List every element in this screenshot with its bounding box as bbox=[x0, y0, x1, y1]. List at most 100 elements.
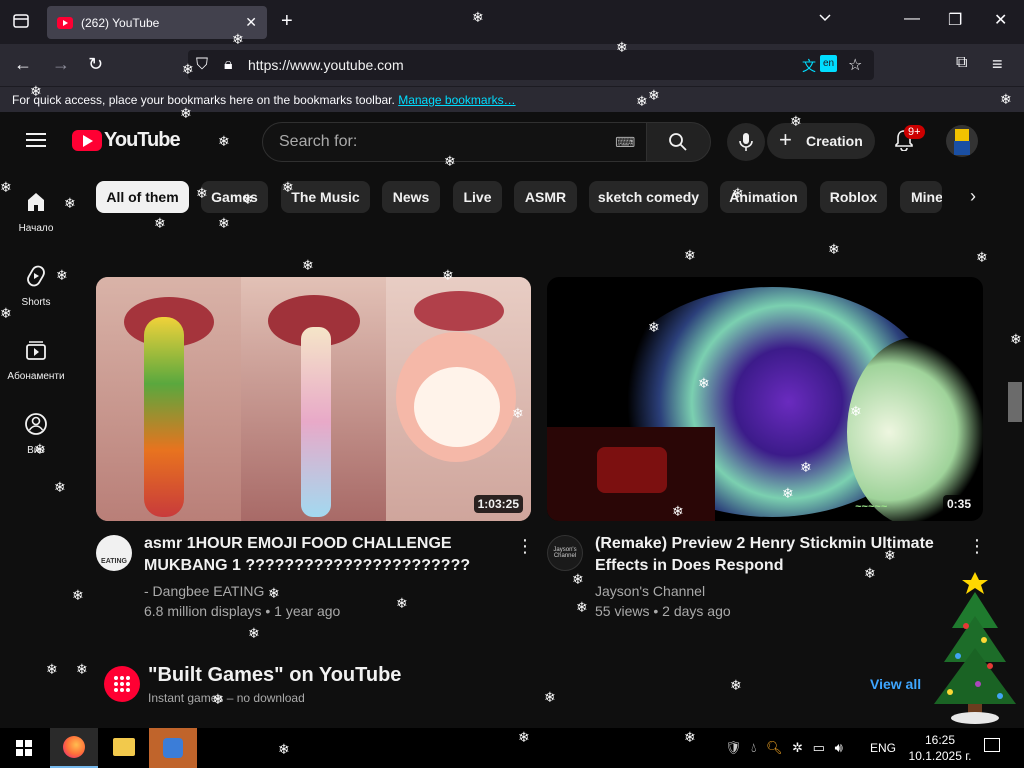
extensions-icon[interactable]: ⧉ bbox=[956, 54, 967, 72]
snowflake-icon: ❄ bbox=[218, 215, 230, 231]
manage-bookmarks-link[interactable]: Manage bookmarks… bbox=[398, 93, 515, 107]
snowflake-icon: ❄ bbox=[396, 595, 408, 611]
video-thumbnail[interactable]: ~~~~~ 0:35 bbox=[547, 277, 983, 521]
tab-list-icon[interactable] bbox=[12, 12, 30, 35]
translate-language-badge: en bbox=[820, 55, 838, 72]
browser-tab-bar: (262) YouTube ✕ + — ❐ ✕ bbox=[0, 0, 1024, 44]
view-all-link[interactable]: View all bbox=[870, 676, 921, 692]
snowflake-icon: ❄ bbox=[576, 599, 588, 615]
shorts-icon bbox=[27, 265, 45, 287]
keyboard-icon[interactable]: ⌨ bbox=[615, 134, 635, 151]
chip-asmr[interactable]: ASMR bbox=[514, 181, 577, 213]
search-button[interactable] bbox=[646, 122, 711, 162]
shield-icon[interactable]: ⛉ bbox=[196, 56, 208, 74]
snowflake-icon: ❄ bbox=[180, 105, 192, 121]
video-thumbnail[interactable]: 1:03:25 bbox=[96, 277, 531, 521]
you-icon bbox=[25, 413, 47, 435]
snowflake-icon: ❄ bbox=[0, 305, 12, 321]
snowflake-icon: ❄ bbox=[790, 113, 802, 129]
minimize-button[interactable]: — bbox=[904, 10, 920, 28]
translate-icon[interactable]: 文 bbox=[802, 56, 816, 76]
scrollbar-thumb[interactable] bbox=[1008, 382, 1022, 422]
more-actions-icon[interactable]: ⋮ bbox=[516, 536, 534, 557]
file-explorer-icon[interactable] bbox=[113, 738, 135, 756]
create-label: Creation bbox=[806, 133, 863, 149]
chip-sketch-comedy[interactable]: sketch comedy bbox=[589, 181, 708, 213]
chip-games[interactable]: Games bbox=[201, 181, 268, 213]
channel-avatar[interactable]: Jayson's Channel bbox=[547, 535, 583, 571]
youtube-play-icon bbox=[72, 130, 102, 151]
snowflake-icon: ❄ bbox=[182, 61, 194, 77]
create-button[interactable]: + Creation bbox=[767, 123, 875, 159]
channel-name[interactable]: Jayson's Channel bbox=[595, 583, 705, 599]
chip-music[interactable]: The Music bbox=[281, 181, 370, 213]
notifications-button[interactable]: 9+ bbox=[893, 125, 925, 156]
more-actions-icon[interactable]: ⋮ bbox=[968, 536, 986, 557]
section-subtitle: Instant games – no download bbox=[148, 691, 305, 705]
tray-icons[interactable]: 🛡︎ 💧︎ 🔍︎ ✲ ▭ 🔊︎ bbox=[725, 740, 843, 756]
sidebar-item-home[interactable]: Начало bbox=[0, 190, 72, 234]
chevron-right-icon[interactable]: › bbox=[970, 186, 976, 207]
windows-taskbar: 🛡︎ 💧︎ 🔍︎ ✲ ▭ 🔊︎ ENG 16:25 10.1.2025 г. bbox=[0, 728, 1024, 768]
hamburger-menu-icon[interactable] bbox=[26, 131, 46, 154]
lock-icon[interactable]: 🔒︎ bbox=[224, 56, 233, 74]
volume-icon[interactable]: 🔊︎ bbox=[835, 740, 843, 755]
snowflake-icon: ❄ bbox=[442, 267, 454, 283]
snowflake-icon: ❄ bbox=[444, 153, 456, 169]
snowflake-icon: ❄ bbox=[0, 179, 12, 195]
video-title[interactable]: asmr 1HOUR EMOJI FOOD CHALLENGE MUKBANG … bbox=[144, 533, 504, 577]
windows-start-icon[interactable] bbox=[16, 740, 32, 756]
youtube-logo[interactable]: YouTube bbox=[72, 129, 181, 152]
snowflake-icon: ❄ bbox=[782, 485, 794, 501]
close-tab-icon[interactable]: ✕ bbox=[245, 14, 257, 31]
taskbar-firefox[interactable] bbox=[50, 728, 98, 768]
taskbar-app[interactable] bbox=[149, 728, 197, 768]
sidebar-item-subscriptions[interactable]: Абонаменти bbox=[0, 338, 72, 382]
chip-mine[interactable]: Mine bbox=[900, 181, 942, 213]
snowflake-icon: ❄ bbox=[672, 503, 684, 519]
url-bar[interactable]: ⛉ 🔒︎ https://www.youtube.com 文 en ☆ bbox=[188, 50, 874, 80]
app-icon bbox=[163, 738, 183, 758]
snowflake-icon: ❄ bbox=[684, 729, 696, 745]
new-tab-button[interactable]: + bbox=[281, 10, 293, 33]
section-title: "Built Games" on YouTube bbox=[148, 664, 402, 686]
close-window-button[interactable]: ✕ bbox=[994, 10, 1007, 30]
chip-roblox[interactable]: Roblox bbox=[820, 181, 887, 213]
list-all-tabs-icon[interactable] bbox=[818, 10, 832, 29]
snowflake-icon: ❄ bbox=[278, 741, 290, 757]
snowflake-icon: ❄ bbox=[472, 9, 484, 25]
bookmark-star-icon[interactable]: ☆ bbox=[848, 55, 862, 75]
snowflake-icon: ❄ bbox=[572, 571, 584, 587]
url-text[interactable]: https://www.youtube.com bbox=[248, 57, 404, 73]
sidebar-item-label: Начало bbox=[18, 223, 54, 234]
restore-button[interactable]: ❐ bbox=[948, 10, 962, 30]
chip-all[interactable]: All of them bbox=[96, 181, 189, 213]
snowflake-icon: ❄ bbox=[648, 87, 660, 103]
clock[interactable]: 16:25 10.1.2025 г. bbox=[904, 732, 976, 764]
snowflake-icon: ❄ bbox=[648, 319, 660, 335]
network-icon[interactable]: ▭ bbox=[813, 740, 825, 755]
forward-button[interactable]: → bbox=[52, 54, 70, 75]
reload-button[interactable]: ↻ bbox=[88, 54, 103, 75]
notification-center-icon[interactable] bbox=[984, 738, 1000, 752]
home-icon bbox=[28, 193, 44, 211]
back-button[interactable]: ← bbox=[14, 54, 32, 75]
snowflake-icon: ❄ bbox=[248, 625, 260, 641]
snowflake-icon: ❄ bbox=[218, 133, 230, 149]
channel-avatar[interactable]: EATING bbox=[96, 535, 132, 571]
games-section-icon bbox=[104, 666, 140, 702]
snowflake-icon: ❄ bbox=[512, 405, 524, 421]
snowflake-icon: ❄ bbox=[196, 185, 208, 201]
voice-search-button[interactable] bbox=[727, 123, 765, 161]
menu-icon[interactable]: ≡ bbox=[992, 54, 1003, 75]
snowflake-icon: ❄ bbox=[518, 729, 530, 745]
chip-live[interactable]: Live bbox=[453, 181, 502, 213]
account-avatar[interactable] bbox=[946, 125, 978, 157]
youtube-favicon-icon bbox=[57, 16, 73, 29]
snowflake-icon: ❄ bbox=[34, 441, 46, 457]
channel-name[interactable]: - Dangbee EATING bbox=[144, 583, 264, 599]
clock-date: 10.1.2025 г. bbox=[908, 749, 972, 763]
firefox-icon bbox=[63, 736, 85, 758]
language-indicator[interactable]: ENG bbox=[870, 741, 896, 755]
chip-news[interactable]: News bbox=[382, 181, 440, 213]
